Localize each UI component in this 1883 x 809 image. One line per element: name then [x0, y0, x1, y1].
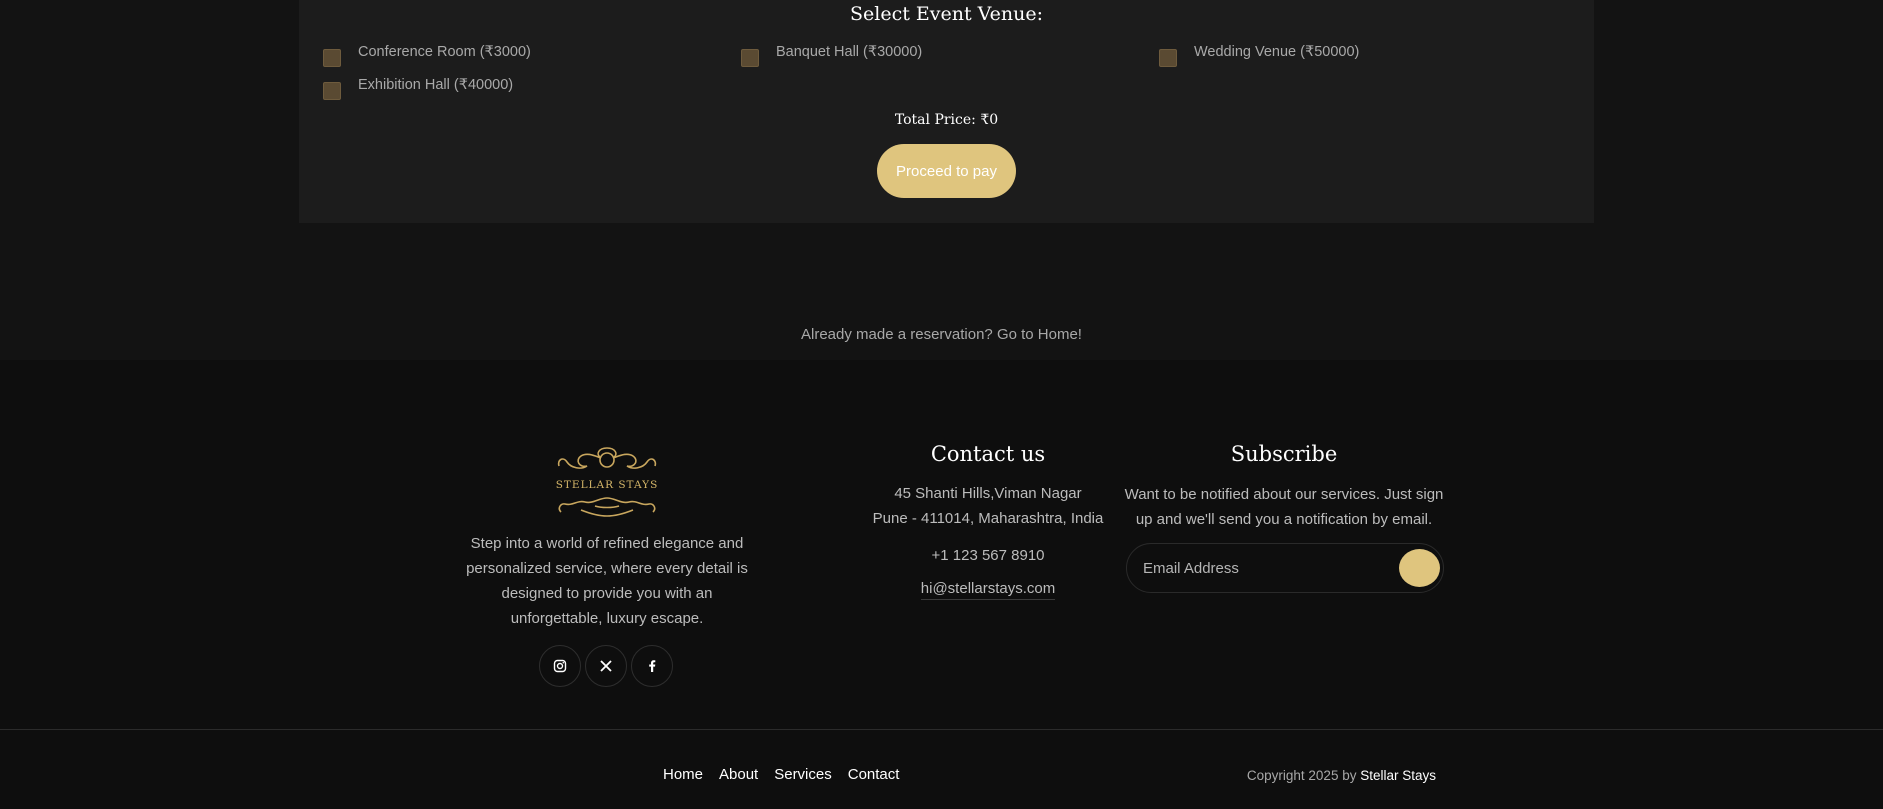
subscribe-text: Want to be notified about our services. …: [1124, 486, 1444, 528]
footer-divider: [0, 729, 1883, 730]
venue-option-label: Banquet Hall (₹30000): [776, 44, 923, 60]
reservation-note-link[interactable]: Already made a reservation? Go to Home!: [0, 326, 1883, 343]
total-price: Total Price: ₹0: [894, 112, 999, 128]
conference-room-checkbox[interactable]: [323, 49, 341, 67]
booking-section: Select Event Venue: Conference Room (₹30…: [0, 0, 1883, 360]
email-link[interactable]: hi@stellarstays.com: [920, 580, 1056, 600]
copyright-brand[interactable]: Stellar Stays: [1360, 768, 1436, 783]
phone-number[interactable]: +1 123 567 8910: [868, 547, 1108, 564]
email-input[interactable]: [1143, 544, 1383, 592]
venue-title: Select Event Venue:: [850, 3, 1043, 25]
x-icon: [600, 660, 612, 672]
address-line-1: 45 Shanti Hills,Viman Nagar: [894, 485, 1082, 502]
venue-option-exhibition-hall[interactable]: Exhibition Hall (₹40000): [323, 76, 513, 100]
footer: STELLAR STAYS Step into a world of refin…: [0, 360, 1883, 809]
address-line-2: Pune - 411014, Maharashtra, India: [872, 510, 1104, 527]
stellar-stays-logo: STELLAR STAYS: [551, 442, 663, 522]
venue-option-label: Conference Room (₹3000): [358, 44, 531, 60]
logo-emblem-icon: STELLAR STAYS: [556, 447, 659, 517]
contact-title: Contact us: [930, 442, 1046, 466]
subscribe-form: [1126, 543, 1444, 593]
footer-nav: Home About Services Contact: [663, 766, 899, 783]
wedding-venue-checkbox[interactable]: [1159, 49, 1177, 67]
instagram-icon: [553, 659, 567, 673]
svg-text:STELLAR STAYS: STELLAR STAYS: [556, 479, 659, 491]
venue-option-banquet-hall[interactable]: Banquet Hall (₹30000): [741, 43, 922, 67]
venue-option-label: Wedding Venue (₹50000): [1194, 44, 1360, 60]
venue-card: Select Event Venue: Conference Room (₹30…: [299, 0, 1594, 223]
nav-link-about[interactable]: About: [719, 766, 758, 783]
copyright: Copyright 2025 by Stellar Stays: [1247, 768, 1436, 783]
venue-option-wedding-venue[interactable]: Wedding Venue (₹50000): [1159, 43, 1359, 67]
nav-link-contact[interactable]: Contact: [848, 766, 900, 783]
nav-link-home[interactable]: Home: [663, 766, 703, 783]
email-container: hi@stellarstays.com: [868, 580, 1108, 600]
nav-link-services[interactable]: Services: [774, 766, 832, 783]
banquet-hall-checkbox[interactable]: [741, 49, 759, 67]
subscribe-title: Subscribe: [1230, 442, 1338, 466]
instagram-button[interactable]: [539, 645, 581, 687]
facebook-button[interactable]: [631, 645, 673, 687]
proceed-to-pay-button[interactable]: Proceed to pay: [877, 144, 1016, 198]
copyright-prefix: Copyright 2025 by: [1246, 768, 1361, 783]
facebook-icon: [649, 660, 656, 672]
venue-option-conference-room[interactable]: Conference Room (₹3000): [323, 43, 531, 67]
about-text: Step into a world of refined elegance an…: [466, 535, 748, 627]
subscribe-submit-button[interactable]: [1399, 549, 1440, 587]
exhibition-hall-checkbox[interactable]: [323, 82, 341, 100]
social-links: [539, 645, 673, 687]
venue-option-label: Exhibition Hall (₹40000): [358, 77, 514, 93]
x-button[interactable]: [585, 645, 627, 687]
